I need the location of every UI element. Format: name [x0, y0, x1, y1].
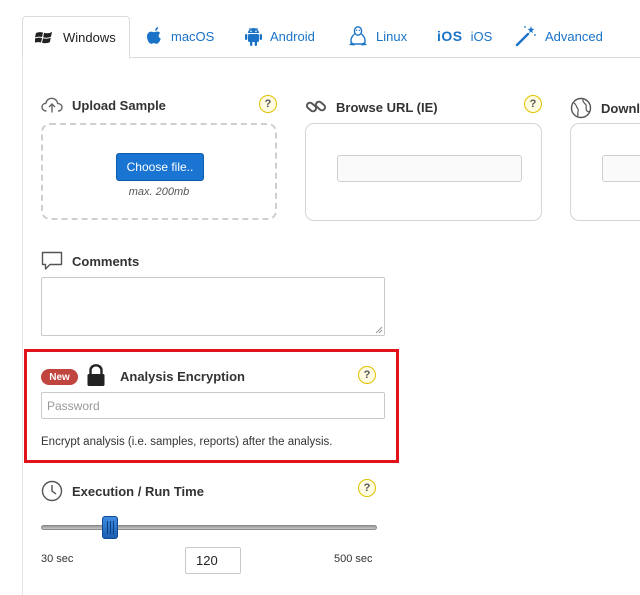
password-input[interactable]: Password [41, 392, 385, 419]
slider-max-label: 500 sec [334, 553, 373, 565]
browse-url-label: Browse URL (IE) [336, 99, 438, 115]
linux-icon [348, 25, 368, 47]
tab-macos[interactable]: macOS [147, 14, 214, 58]
upload-sample-label: Upload Sample [72, 97, 166, 113]
comments-textarea[interactable] [41, 277, 385, 336]
comments-title: Comments [41, 251, 139, 271]
runtime-input[interactable]: 120 [185, 547, 241, 574]
download-url-label: Downl [601, 100, 640, 116]
tab-advanced[interactable]: Advanced [515, 14, 603, 58]
magic-wand-icon [515, 25, 537, 47]
os-tab-bar: Windows macOS Android Linux iOS iOS Adva… [0, 0, 640, 59]
link-icon [305, 97, 327, 117]
windows-icon [35, 29, 55, 47]
runtime-slider-track[interactable] [41, 525, 377, 530]
url-input[interactable] [337, 155, 522, 182]
browse-help-icon[interactable]: ? [524, 95, 542, 113]
encryption-label: Analysis Encryption [120, 369, 245, 384]
apple-icon [147, 26, 163, 46]
upload-dropzone[interactable]: Choose file.. max. 200mb [41, 123, 277, 220]
padlock-icon [86, 364, 106, 392]
clock-icon [41, 480, 63, 502]
max-size-hint: max. 200mb [128, 186, 190, 198]
runtime-title: Execution / Run Time [41, 480, 204, 502]
ios-icon: iOS [437, 28, 463, 44]
tab-linux[interactable]: Linux [348, 14, 407, 58]
tab-label: Windows [63, 30, 116, 45]
encryption-description: Encrypt analysis (i.e. samples, reports)… [41, 436, 333, 448]
slider-min-label: 30 sec [41, 553, 74, 565]
runtime-slider-thumb[interactable] [101, 516, 118, 539]
tab-label: Advanced [545, 28, 603, 44]
runtime-label: Execution / Run Time [72, 483, 204, 499]
tab-ios[interactable]: iOS iOS [437, 14, 492, 58]
cloud-upload-icon [41, 97, 63, 113]
browse-url-panel [305, 123, 542, 221]
encryption-help-icon[interactable]: ? [358, 366, 376, 384]
runtime-help-icon[interactable]: ? [358, 479, 376, 497]
resize-handle-icon[interactable] [375, 326, 383, 334]
new-badge: New [41, 369, 78, 385]
encryption-title: Analysis Encryption [120, 369, 245, 384]
tab-label: iOS [470, 28, 493, 44]
download-url-panel [570, 123, 640, 221]
tab-label: Android [270, 28, 315, 44]
tab-label: Linux [376, 28, 408, 44]
upload-help-icon[interactable]: ? [259, 95, 277, 113]
globe-icon [570, 97, 592, 119]
upload-sample-title: Upload Sample [41, 97, 166, 113]
comment-icon [41, 251, 63, 271]
choose-file-button[interactable]: Choose file.. [116, 153, 204, 181]
download-url-input[interactable] [602, 155, 640, 182]
tab-android[interactable]: Android [245, 14, 315, 58]
comments-label: Comments [72, 253, 140, 269]
android-icon [245, 27, 262, 46]
tab-label: macOS [171, 28, 215, 44]
download-url-title: Downl [570, 97, 640, 119]
browse-url-title: Browse URL (IE) [305, 97, 438, 117]
panel-border [22, 58, 23, 595]
tab-windows[interactable]: Windows [22, 16, 130, 59]
